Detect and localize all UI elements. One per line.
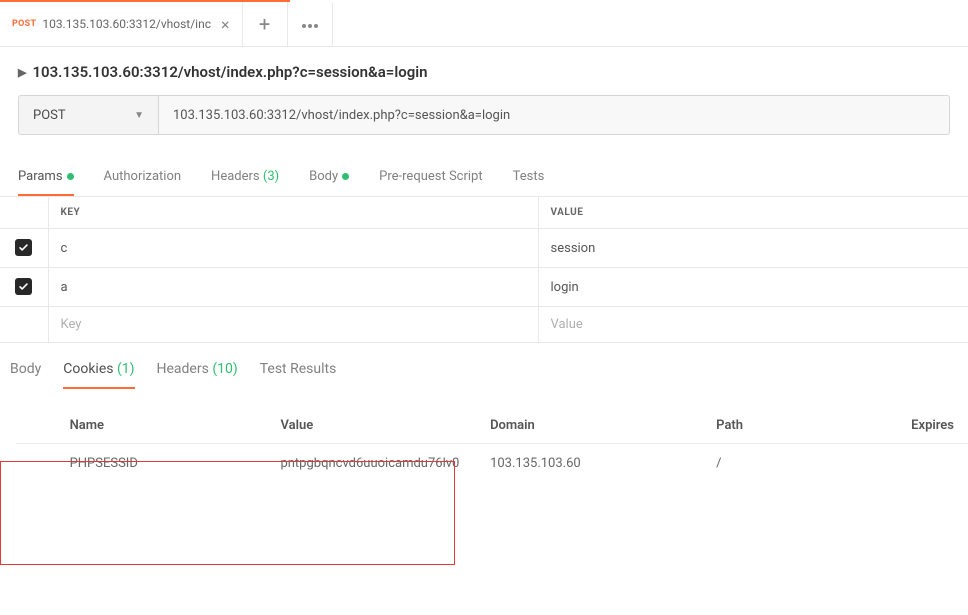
tab-headers[interactable]: Headers (3) <box>211 163 279 196</box>
chevron-down-icon: ▼ <box>134 110 144 121</box>
params-table: KEY VALUE c session a login Key Value <box>0 197 968 343</box>
cookie-name-cell: PHPSESSID <box>56 444 267 484</box>
tab-strip: POST 103.135.103.60:3312/vhost/inc × + <box>0 2 968 47</box>
tab-tests[interactable]: Tests <box>513 163 545 196</box>
chevron-right-icon: ▶ <box>18 66 26 79</box>
http-method-label: POST <box>33 108 66 123</box>
tab-method-badge: POST <box>12 19 36 29</box>
resp-tab-cookies[interactable]: Cookies (1) <box>63 357 134 389</box>
cookie-path-cell: / <box>702 444 897 484</box>
param-key-cell[interactable]: c <box>48 229 538 268</box>
url-input[interactable]: 103.135.103.60:3312/vhost/index.php?c=se… <box>158 95 950 135</box>
value-header: VALUE <box>538 197 968 229</box>
method-url-row: POST ▼ 103.135.103.60:3312/vhost/index.p… <box>18 95 950 135</box>
resp-tab-testresults[interactable]: Test Results <box>260 357 337 389</box>
param-key-cell[interactable]: a <box>48 268 538 307</box>
checkbox-header <box>0 197 48 229</box>
param-value-cell[interactable]: session <box>538 229 968 268</box>
param-value-cell[interactable]: login <box>538 268 968 307</box>
resp-tab-headers[interactable]: Headers (10) <box>157 357 238 389</box>
cookie-value-cell: pntpgbqncvd6uuoicamdu76lv0 <box>266 444 476 484</box>
key-header: KEY <box>48 197 538 229</box>
row-checkbox[interactable] <box>15 239 32 256</box>
cookie-expires-cell <box>897 444 968 484</box>
param-row: c session <box>0 229 968 268</box>
param-value-input[interactable]: Value <box>538 307 968 343</box>
dot-indicator-icon <box>342 173 349 180</box>
url-text: 103.135.103.60:3312/vhost/index.php?c=se… <box>173 108 510 123</box>
new-tab-button[interactable]: + <box>243 2 288 46</box>
cookie-col-expires: Expires <box>897 408 968 444</box>
http-method-select[interactable]: POST ▼ <box>18 95 158 135</box>
cookies-count: (1) <box>117 361 135 377</box>
cookie-col-path: Path <box>702 408 897 444</box>
tab-authorization[interactable]: Authorization <box>104 163 182 196</box>
tab-title: 103.135.103.60:3312/vhost/inc <box>42 17 211 31</box>
row-checkbox-empty[interactable] <box>0 307 48 343</box>
param-row-empty: Key Value <box>0 307 968 343</box>
cookie-col-domain: Domain <box>476 408 702 444</box>
headers-count: (3) <box>263 169 279 184</box>
request-summary-text: 103.135.103.60:3312/vhost/index.php?c=se… <box>32 63 427 81</box>
request-summary-row[interactable]: ▶ 103.135.103.60:3312/vhost/index.php?c=… <box>0 47 968 95</box>
dot-indicator-icon <box>67 173 74 180</box>
param-key-input[interactable]: Key <box>48 307 538 343</box>
more-tabs-button[interactable] <box>288 2 333 46</box>
tab-params[interactable]: Params <box>18 163 74 196</box>
cookie-domain-cell: 103.135.103.60 <box>476 444 702 484</box>
response-subtabs: Body Cookies (1) Headers (10) Test Resul… <box>0 343 968 390</box>
close-icon[interactable]: × <box>221 15 230 34</box>
resp-headers-count: (10) <box>212 361 237 377</box>
tab-prerequest[interactable]: Pre-request Script <box>379 163 482 196</box>
cookie-row[interactable]: PHPSESSID pntpgbqncvd6uuoicamdu76lv0 103… <box>16 444 968 484</box>
request-subtabs: Params Authorization Headers (3) Body Pr… <box>0 153 968 197</box>
cookie-col-name: Name <box>56 408 267 444</box>
cookie-col-value: Value <box>266 408 476 444</box>
tab-body[interactable]: Body <box>309 163 349 196</box>
request-tab[interactable]: POST 103.135.103.60:3312/vhost/inc × <box>0 2 243 46</box>
param-row: a login <box>0 268 968 307</box>
row-checkbox[interactable] <box>15 278 32 295</box>
ellipsis-icon <box>301 17 319 31</box>
resp-tab-body[interactable]: Body <box>10 357 41 389</box>
cookies-table: Name Value Domain Path Expires PHPSESSID… <box>16 408 968 483</box>
